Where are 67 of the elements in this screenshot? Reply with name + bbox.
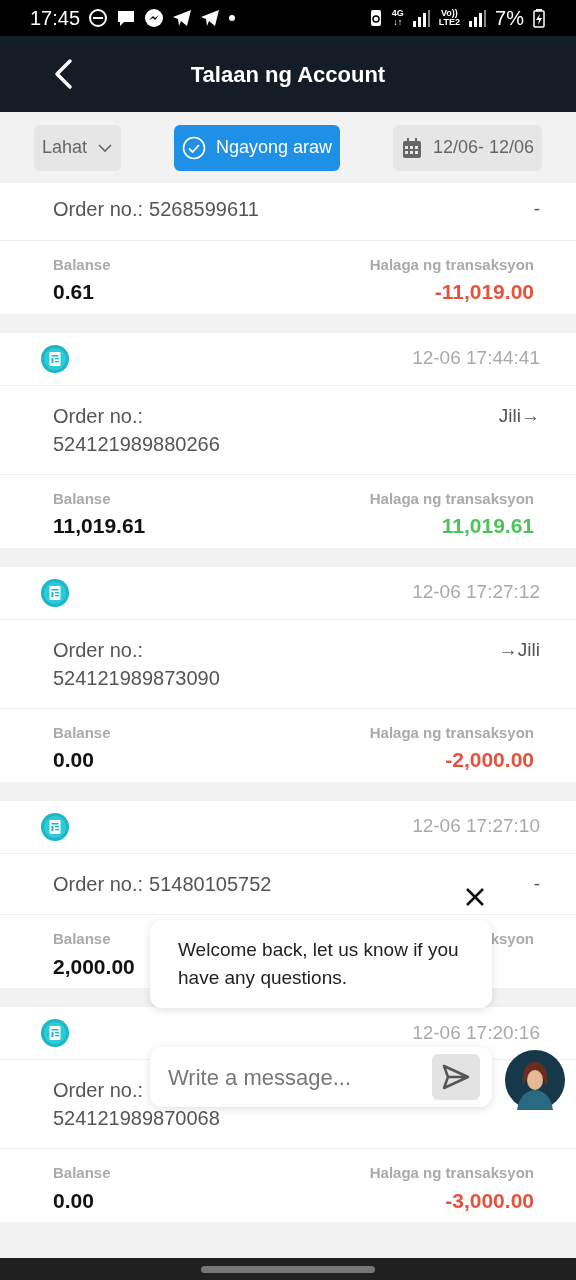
check-circle-icon bbox=[181, 135, 206, 160]
order-label: Order no.: bbox=[53, 1078, 144, 1103]
order-number: 51480105752 bbox=[149, 871, 272, 897]
receipt-icon bbox=[40, 1018, 70, 1048]
transaction-time: 12-06 17:27:12 bbox=[412, 580, 540, 605]
balance-value: 2,000.00 bbox=[53, 953, 135, 980]
battery-charging-icon bbox=[532, 8, 546, 28]
order-label: Order no.: bbox=[53, 871, 144, 897]
transaction-time: 12-06 17:27:10 bbox=[412, 814, 540, 839]
order-label: Order no.: bbox=[53, 403, 144, 429]
transaction-amount: -11,019.00 bbox=[434, 279, 534, 305]
amount-label: ksyon bbox=[490, 929, 534, 949]
transfer-direction: - bbox=[533, 871, 540, 896]
do-not-disturb-icon bbox=[88, 8, 109, 28]
balance-label: Balanse bbox=[53, 929, 112, 949]
filter-toggle[interactable]: Ngayong araw bbox=[173, 124, 340, 171]
order-number: 524121989880266 bbox=[53, 431, 220, 457]
send-icon bbox=[441, 1063, 471, 1091]
signal-icon bbox=[468, 8, 488, 28]
order-label: Order no.: bbox=[53, 637, 144, 663]
transaction-amount: -3,000.00 bbox=[445, 1187, 534, 1214]
transaction-time: 12-06 17:44:41 bbox=[412, 346, 540, 371]
balance-value: 11,019.61 bbox=[53, 513, 146, 539]
calendar-icon bbox=[400, 136, 423, 159]
filter-dropdown[interactable]: Lahat bbox=[34, 124, 122, 171]
page-title: Talaan ng Account bbox=[190, 60, 386, 89]
paper-plane-icon bbox=[172, 8, 193, 28]
chat-icon bbox=[116, 8, 137, 28]
chevron-down-icon bbox=[97, 141, 114, 154]
date-range-button[interactable]: 12/06- 12/06 bbox=[392, 124, 542, 171]
balance-value: 0.61 bbox=[53, 279, 95, 305]
order-number: 524121989870068 bbox=[53, 1106, 220, 1131]
order-label: Order no.: bbox=[53, 197, 144, 222]
amount-label: Halaga ng transaksyon bbox=[369, 722, 534, 743]
amount-label: Halaga ng transaksyon bbox=[369, 1163, 534, 1183]
amount-label: Halaga ng transaksyon bbox=[369, 254, 534, 275]
chat-message: Welcome back, let us know if you have any questions. bbox=[150, 920, 492, 1008]
transfer-direction: Jili→ bbox=[498, 403, 540, 428]
transaction-time: 12-06 17:20:16 bbox=[412, 1020, 540, 1045]
transaction-amount: -2,000.00 bbox=[445, 747, 534, 773]
transaction-amount: 11,019.61 bbox=[441, 513, 534, 539]
receipt-icon bbox=[40, 811, 70, 842]
amount-label: Halaga ng transaksyon bbox=[369, 488, 534, 509]
network-label: 4G ↓↑ bbox=[391, 9, 404, 27]
receipt-icon bbox=[40, 343, 70, 374]
close-icon bbox=[464, 885, 486, 908]
transfer-direction: →Jili bbox=[498, 637, 540, 662]
order-number: 5268599611 bbox=[149, 197, 259, 222]
balance-label: Balanse bbox=[53, 722, 111, 743]
home-indicator[interactable] bbox=[201, 1265, 375, 1273]
receipt-icon bbox=[40, 577, 70, 608]
support-avatar[interactable] bbox=[505, 1050, 565, 1110]
balance-label: Balanse bbox=[53, 1163, 111, 1183]
paper-plane-icon bbox=[200, 8, 221, 28]
network-label: Vo)) LTE2 bbox=[438, 9, 461, 27]
signal-icon bbox=[411, 8, 431, 28]
balance-label: Balanse bbox=[53, 254, 111, 275]
order-number: 524121989873090 bbox=[53, 665, 220, 691]
balance-value: 0.00 bbox=[53, 747, 95, 773]
transfer-direction: - bbox=[533, 197, 540, 221]
dot-icon bbox=[228, 14, 237, 22]
messenger-icon bbox=[144, 8, 165, 28]
status-time: 17:45 bbox=[30, 6, 81, 31]
balance-value: 0.00 bbox=[53, 1187, 95, 1214]
balance-label: Balanse bbox=[53, 488, 112, 509]
send-button[interactable] bbox=[432, 1054, 480, 1100]
battery-percent: 7% bbox=[495, 6, 524, 31]
